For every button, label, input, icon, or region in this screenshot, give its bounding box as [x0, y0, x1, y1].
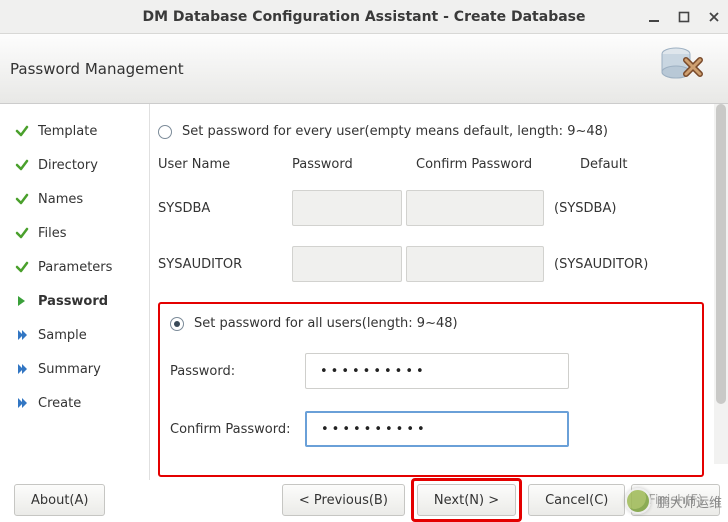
sidebar-item-label: Directory — [38, 158, 98, 173]
sidebar-item-files[interactable]: Files — [0, 216, 149, 250]
all-users-confirm-password-input[interactable]: •••••••••• — [305, 411, 569, 447]
column-user-name: User Name — [158, 157, 288, 172]
scrollbar-thumb[interactable] — [716, 104, 726, 404]
footer: About(A) < Previous(B) Next(N) > Cancel(… — [0, 480, 728, 520]
user-row-sysdba: SYSDBA (SYSDBA) — [158, 190, 704, 226]
window-title: DM Database Configuration Assistant - Cr… — [0, 9, 728, 25]
sysdba-password-input[interactable] — [292, 190, 402, 226]
minimize-icon[interactable] — [646, 9, 662, 25]
database-tools-icon — [658, 42, 706, 90]
window-controls — [646, 0, 722, 33]
sidebar-item-label: Password — [38, 294, 108, 309]
sidebar-item-label: Parameters — [38, 260, 112, 275]
pending-step-icon — [14, 361, 30, 377]
all-users-password-row: Password: •••••••••• — [170, 353, 692, 389]
sidebar-item-directory[interactable]: Directory — [0, 148, 149, 182]
sysdba-confirm-password-input[interactable] — [406, 190, 544, 226]
sidebar-item-summary[interactable]: Summary — [0, 352, 149, 386]
sidebar-item-label: Sample — [38, 328, 87, 343]
main-scrollbar[interactable] — [714, 104, 728, 464]
all-users-password-label: Password: — [170, 364, 305, 379]
sidebar-item-parameters[interactable]: Parameters — [0, 250, 149, 284]
maximize-icon[interactable] — [676, 9, 692, 25]
finish-button: Finish(F) — [631, 484, 720, 516]
sidebar-item-template[interactable]: Template — [0, 114, 149, 148]
per-user-table: User Name Password Confirm Password Defa… — [158, 157, 704, 282]
all-users-confirm-row: Confirm Password: •••••••••• — [170, 411, 692, 447]
option-per-user-label: Set password for every user(empty means … — [182, 124, 608, 139]
current-step-icon — [14, 293, 30, 309]
option-all-users[interactable]: Set password for all users(length: 9~48) — [170, 316, 692, 331]
sidebar-item-label: Names — [38, 192, 83, 207]
next-button[interactable]: Next(N) > — [417, 484, 516, 516]
pending-step-icon — [14, 327, 30, 343]
all-users-confirm-label: Confirm Password: — [170, 422, 305, 437]
radio-selected-icon[interactable] — [170, 317, 184, 331]
page-title: Password Management — [10, 60, 184, 78]
table-header: User Name Password Confirm Password Defa… — [158, 157, 704, 172]
check-icon — [14, 191, 30, 207]
user-name-value: SYSDBA — [158, 201, 288, 216]
about-button[interactable]: About(A) — [14, 484, 105, 516]
next-button-highlight: Next(N) > — [411, 478, 522, 522]
all-users-password-input[interactable]: •••••••••• — [305, 353, 569, 389]
sysauditor-confirm-password-input[interactable] — [406, 246, 544, 282]
check-icon — [14, 123, 30, 139]
user-row-sysauditor: SYSAUDITOR (SYSAUDITOR) — [158, 246, 704, 282]
sidebar-item-label: Files — [38, 226, 67, 241]
close-icon[interactable] — [706, 9, 722, 25]
titlebar: DM Database Configuration Assistant - Cr… — [0, 0, 728, 34]
column-password: Password — [292, 157, 412, 172]
option-per-user[interactable]: Set password for every user(empty means … — [158, 124, 704, 139]
sysauditor-password-input[interactable] — [292, 246, 402, 282]
column-confirm-password: Confirm Password — [416, 157, 570, 172]
user-default-value: (SYSDBA) — [548, 201, 704, 216]
option-all-users-label: Set password for all users(length: 9~48) — [194, 316, 458, 331]
column-default: Default — [574, 157, 704, 172]
sidebar-item-label: Create — [38, 396, 81, 411]
pending-step-icon — [14, 395, 30, 411]
cancel-button[interactable]: Cancel(C) — [528, 484, 625, 516]
check-icon — [14, 259, 30, 275]
previous-button[interactable]: < Previous(B) — [282, 484, 405, 516]
check-icon — [14, 157, 30, 173]
user-default-value: (SYSAUDITOR) — [548, 257, 704, 272]
header: Password Management — [0, 34, 728, 104]
all-users-highlight: Set password for all users(length: 9~48)… — [158, 302, 704, 477]
user-name-value: SYSAUDITOR — [158, 257, 288, 272]
main-panel: Set password for every user(empty means … — [150, 104, 728, 515]
sidebar-item-password[interactable]: Password — [0, 284, 149, 318]
sidebar-item-create[interactable]: Create — [0, 386, 149, 420]
sidebar-item-label: Summary — [38, 362, 101, 377]
check-icon — [14, 225, 30, 241]
sidebar: Template Directory Names Files Parameter… — [0, 104, 150, 515]
radio-icon[interactable] — [158, 125, 172, 139]
sidebar-item-sample[interactable]: Sample — [0, 318, 149, 352]
sidebar-item-names[interactable]: Names — [0, 182, 149, 216]
sidebar-item-label: Template — [38, 124, 97, 139]
